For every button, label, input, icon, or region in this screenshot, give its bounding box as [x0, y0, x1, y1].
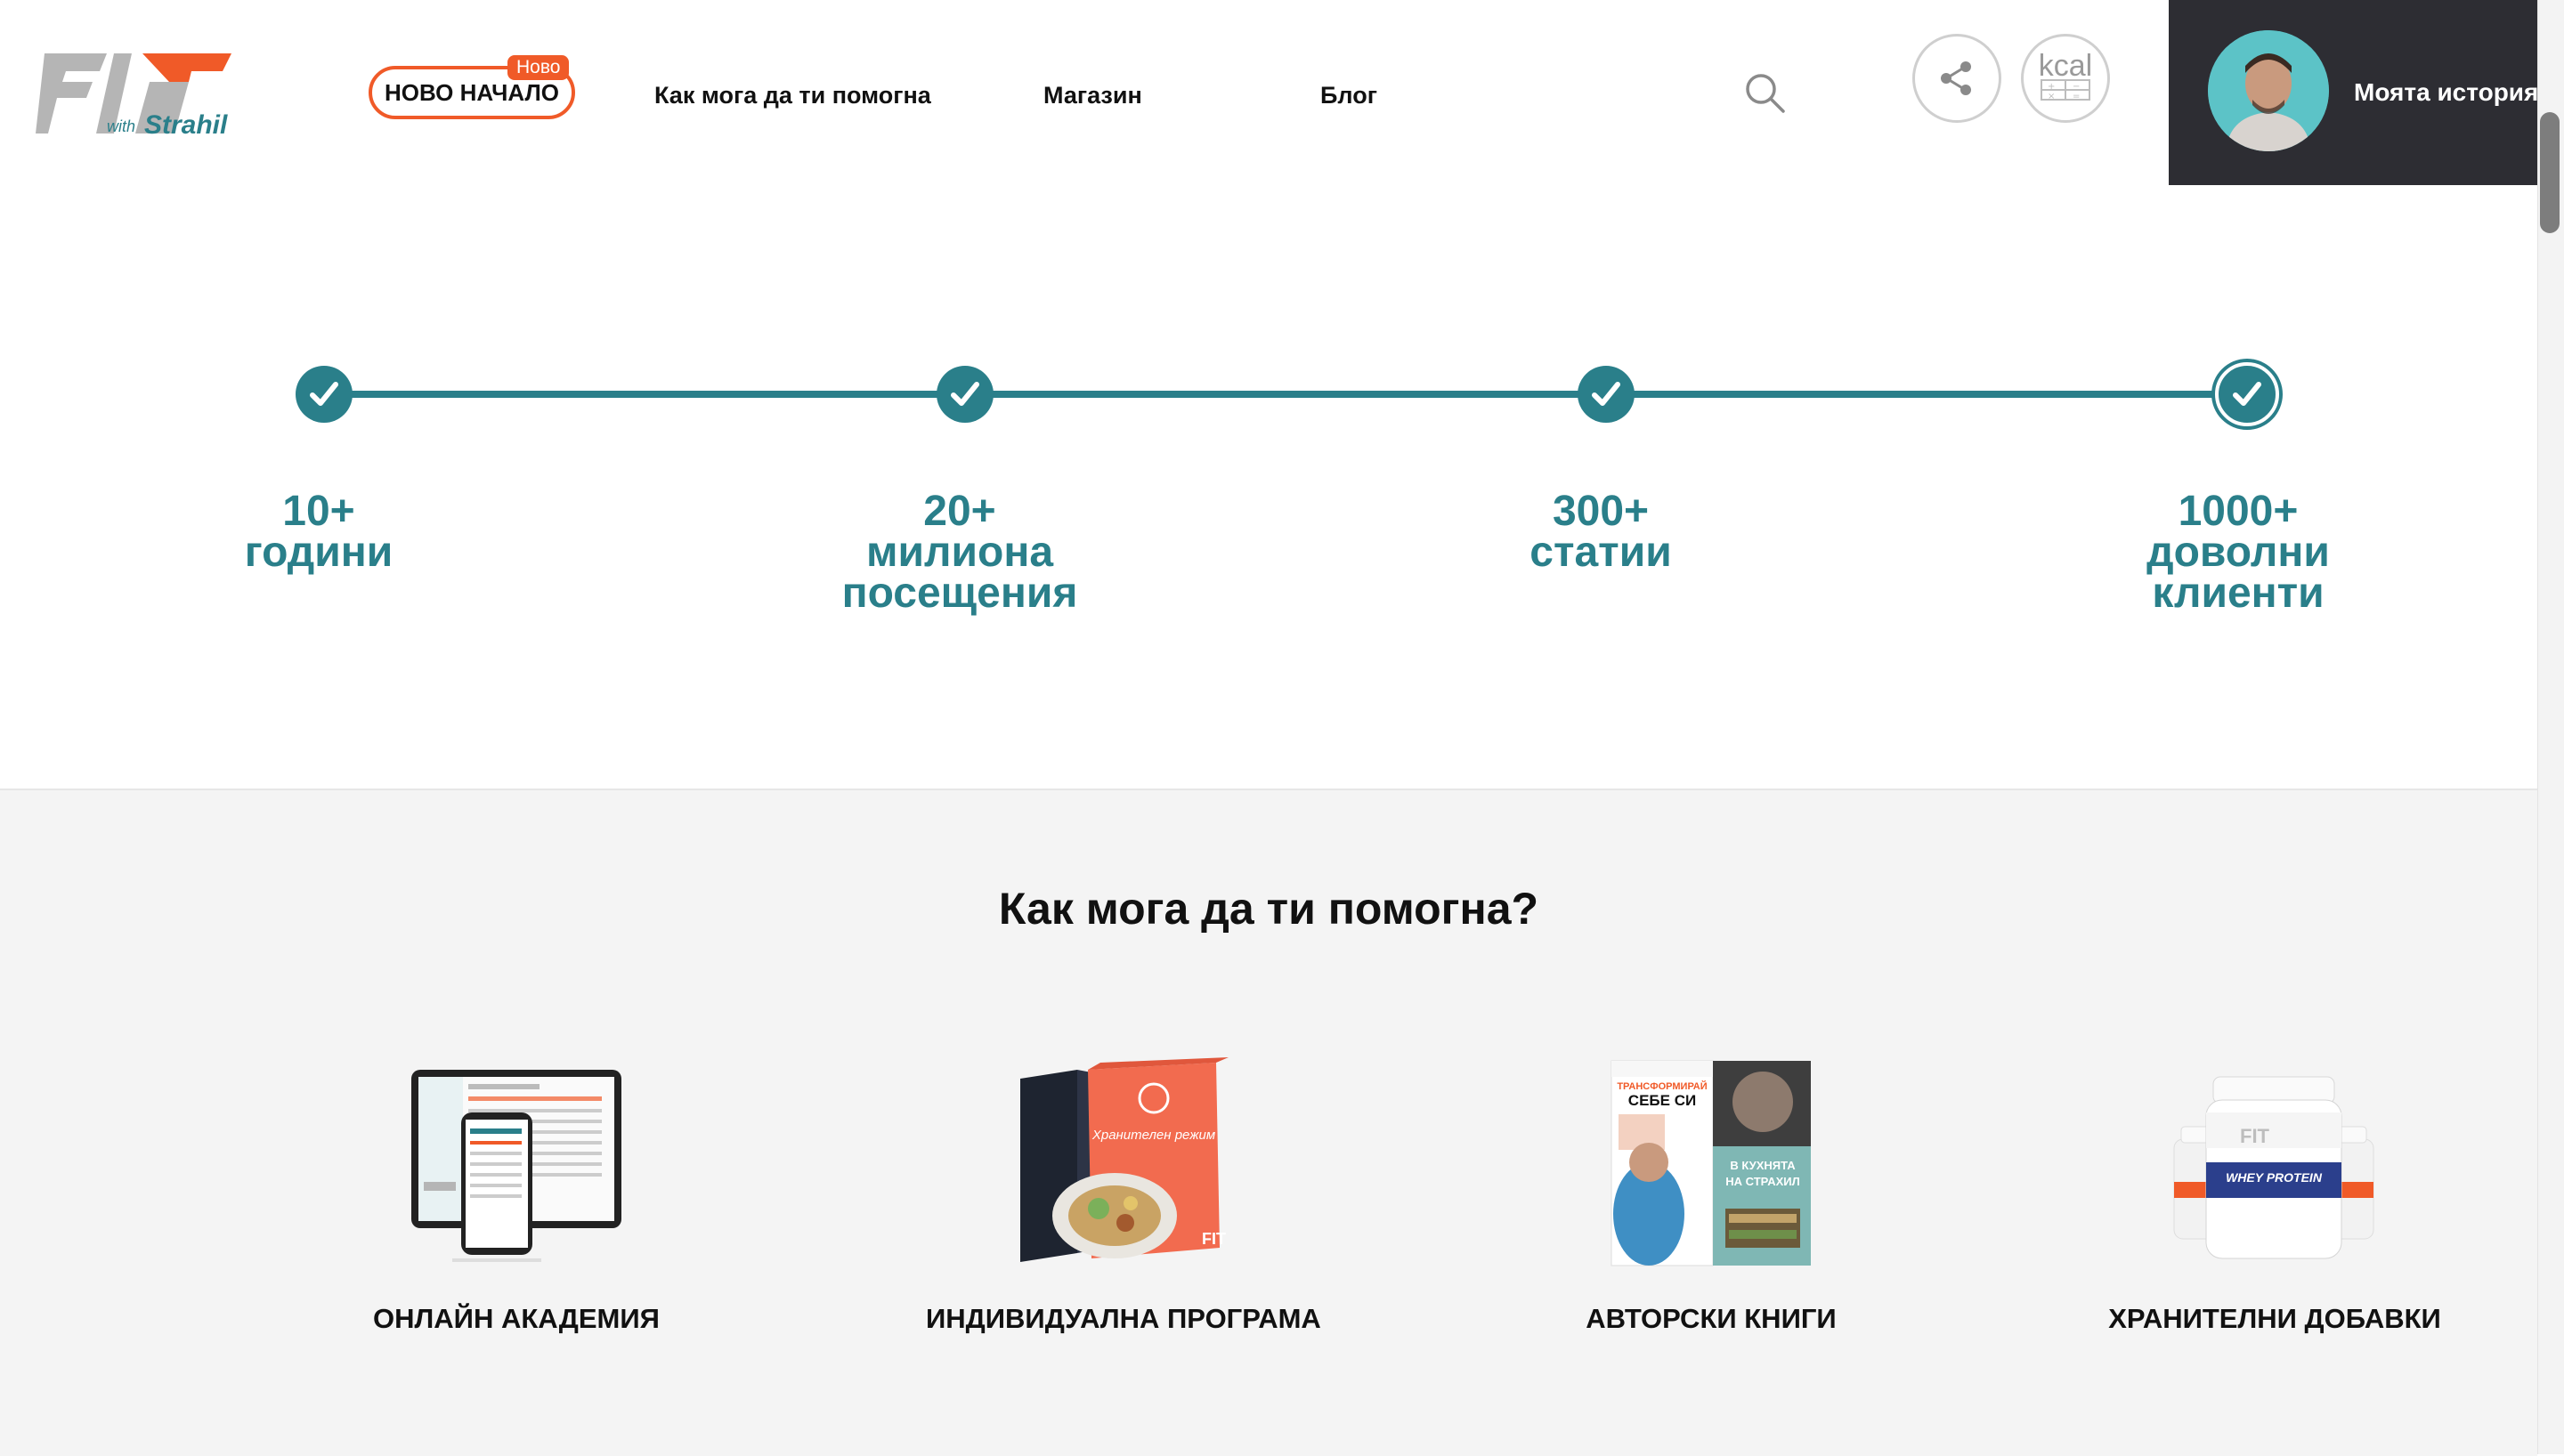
search-icon[interactable]: [1743, 71, 1788, 116]
stat-label: милиона: [865, 529, 1054, 576]
stat-label: клиенти: [2152, 570, 2325, 617]
nav-shop[interactable]: Магазин: [1043, 82, 1142, 109]
check-icon: [2215, 362, 2279, 426]
nav-blog[interactable]: Блог: [1320, 82, 1377, 109]
help-title: Как мога да ти помогна?: [998, 884, 1539, 934]
svg-text:−: −: [2073, 82, 2080, 92]
svg-text:×: ×: [2048, 92, 2055, 101]
svg-text:НА СТРАХИЛ: НА СТРАХИЛ: [1725, 1175, 1799, 1188]
product-individual-program-image[interactable]: Хранителен режим FIT: [1006, 1057, 1237, 1271]
svg-text:В КУХНЯТА: В КУХНЯТА: [1730, 1159, 1796, 1172]
stat-label: статии: [1529, 529, 1672, 576]
stat-value: 300+: [1552, 488, 1650, 535]
kcal-label: kcal: [2038, 49, 2093, 83]
svg-text:FIT: FIT: [1202, 1230, 1226, 1248]
svg-text:+: +: [2048, 82, 2055, 92]
new-badge: Ново: [507, 55, 570, 80]
calculator-icon: + − × =: [2041, 79, 2090, 101]
product-label-supplements[interactable]: ХРАНИТЕЛНИ ДОБАВКИ: [2101, 1303, 2448, 1335]
svg-text:СЕБЕ СИ: СЕБЕ СИ: [1628, 1092, 1696, 1109]
product-books-image[interactable]: ТРАНСФОРМИРАЙ СЕБЕ СИ В КУХНЯТА НА СТРАХ…: [1595, 1057, 1827, 1271]
stat-value: 1000+: [2178, 488, 2299, 535]
stat-label: посещения: [841, 570, 1078, 617]
box-title: Хранителен режим: [1091, 1128, 1215, 1143]
svg-text:with: with: [107, 117, 135, 135]
my-story-label[interactable]: Моята история: [2354, 78, 2538, 107]
avatar[interactable]: [2208, 30, 2329, 151]
product-online-academy-image[interactable]: [402, 1057, 634, 1271]
stat-label: години: [244, 529, 394, 576]
kcal-calculator-button[interactable]: kcal + − × =: [2021, 34, 2110, 123]
product-label-individual-program[interactable]: ИНДИВИДУАЛНА ПРОГРАМА: [926, 1303, 1321, 1335]
check-icon: [296, 366, 353, 423]
share-button[interactable]: [1912, 34, 2001, 123]
svg-text:ТРАНСФОРМИРАЙ: ТРАНСФОРМИРАЙ: [1617, 1080, 1707, 1092]
product-supplements-image[interactable]: WHEY PROTEIN FIT: [2158, 1057, 2390, 1271]
product-label-online-academy[interactable]: ОНЛАЙН АКАДЕМИЯ: [365, 1303, 668, 1335]
svg-text:FIT: FIT: [2240, 1125, 2270, 1147]
nav-new-start-label: НОВО НАЧАЛО: [385, 78, 559, 106]
site-header: with Strahil НОВО НАЧАЛО Ново Как мога д…: [0, 0, 2538, 185]
logo-graphic: with Strahil: [36, 53, 231, 140]
check-icon: [1578, 366, 1635, 423]
stat-visits: 20+ милиона посещения: [764, 488, 1156, 617]
product-label-books[interactable]: АВТОРСКИ КНИГИ: [1560, 1303, 1862, 1335]
stat-years: 10+ години: [123, 488, 515, 576]
stat-articles: 300+ статии: [1405, 488, 1797, 576]
stats-timeline-line: [324, 391, 2247, 398]
nav-help[interactable]: Как мога да ти помогна: [654, 82, 931, 109]
stat-label: доволни: [2146, 529, 2330, 576]
stat-value: 10+: [282, 488, 355, 535]
jar-label: WHEY PROTEIN: [2226, 1170, 2323, 1185]
stat-clients: 1000+ доволни клиенти: [2042, 488, 2434, 617]
fit-with-strahil-logo[interactable]: with Strahil: [36, 36, 249, 142]
share-icon: [1941, 61, 1971, 95]
stat-value: 20+: [923, 488, 996, 535]
check-icon: [937, 366, 994, 423]
svg-text:Strahil: Strahil: [144, 110, 228, 140]
svg-text:=: =: [2073, 92, 2080, 101]
scrollbar-thumb[interactable]: [2540, 112, 2560, 233]
